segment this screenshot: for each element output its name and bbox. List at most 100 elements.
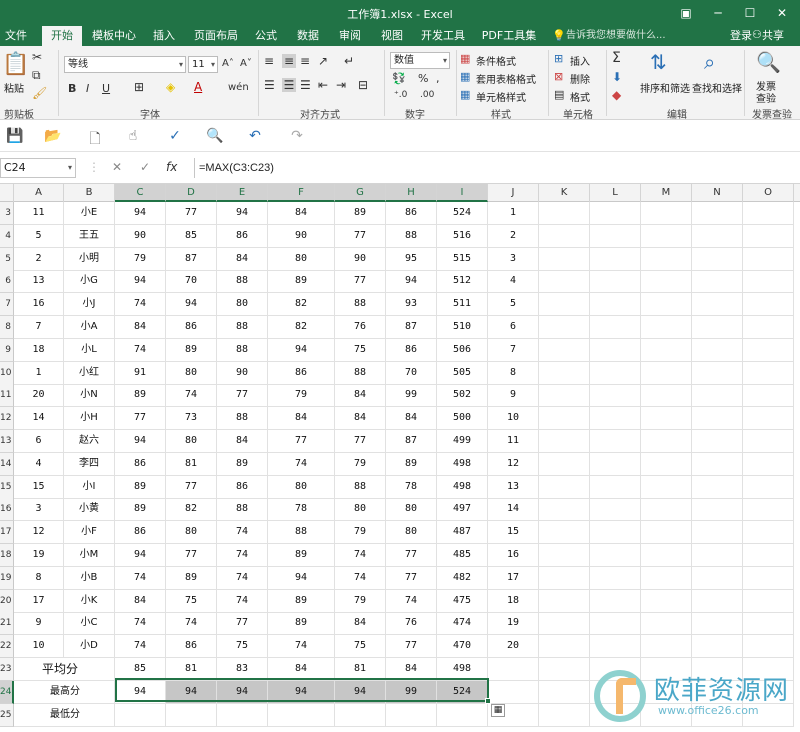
shrink-font-icon[interactable]: A˅	[240, 58, 252, 69]
tell-me-search[interactable]: 告诉我您想要做什么...	[566, 26, 666, 46]
cell-h[interactable]: 86	[386, 202, 437, 225]
cell-o[interactable]	[743, 612, 794, 636]
align-top-icon[interactable]: ≡	[264, 54, 274, 68]
cell-h[interactable]: 99	[386, 384, 437, 408]
indent-icon[interactable]: ⇤	[318, 78, 328, 92]
cell-o[interactable]	[743, 202, 794, 225]
cell-i[interactable]: 499	[437, 430, 488, 453]
cell-m[interactable]	[641, 407, 692, 431]
cell-m[interactable]	[641, 361, 692, 385]
cell-h[interactable]: 87	[386, 316, 437, 339]
row-header[interactable]: 5	[0, 247, 14, 271]
cell-d[interactable]: 77	[166, 475, 217, 499]
cell-styles-button[interactable]: 单元格样式	[476, 89, 526, 104]
cell-d[interactable]: 81	[166, 452, 217, 476]
cell-a[interactable]: 20	[14, 384, 64, 408]
cell-h[interactable]: 70	[386, 361, 437, 385]
column-header-k[interactable]: K	[539, 184, 590, 202]
cell-l[interactable]	[590, 361, 641, 385]
row-header[interactable]: 16	[0, 498, 14, 522]
autosum-icon[interactable]: Σ	[612, 50, 621, 66]
row-header[interactable]: 25	[0, 703, 14, 727]
grow-font-icon[interactable]: A˄	[222, 58, 234, 69]
cell-k[interactable]	[539, 658, 590, 681]
row-header[interactable]: 22	[0, 635, 14, 659]
cell-d[interactable]: 80	[166, 430, 217, 453]
cell-c[interactable]: 94	[115, 680, 166, 704]
cell-c[interactable]: 74	[115, 635, 166, 659]
tab-view[interactable]: 视图	[376, 26, 408, 46]
column-header-f[interactable]: F	[268, 184, 335, 202]
cell-k[interactable]	[539, 430, 590, 453]
align-center-icon[interactable]: ☰	[282, 78, 296, 92]
outdent-icon[interactable]: ⇥	[336, 78, 346, 92]
cell-j[interactable]: 5	[488, 293, 539, 317]
fill-icon[interactable]: ⬇	[612, 70, 622, 84]
cell-l[interactable]	[590, 498, 641, 522]
cell-g[interactable]: 79	[335, 589, 386, 613]
column-header-d[interactable]: D	[166, 184, 217, 202]
cell-k[interactable]	[539, 316, 590, 339]
cell-l[interactable]	[590, 316, 641, 339]
italic-icon[interactable]: I	[86, 82, 89, 95]
cell-c[interactable]: 94	[115, 270, 166, 294]
cell-f[interactable]: 84	[268, 407, 335, 431]
number-format-select[interactable]: 数值 ▾	[390, 52, 450, 69]
cell-e[interactable]: 74	[217, 566, 268, 590]
cell-f[interactable]: 86	[268, 361, 335, 385]
cell-o[interactable]	[743, 635, 794, 659]
cell-n[interactable]	[692, 544, 743, 567]
cell-m[interactable]	[641, 430, 692, 453]
cell-d[interactable]: 89	[166, 338, 217, 362]
cell-f[interactable]: 74	[268, 452, 335, 476]
cell-l[interactable]	[590, 293, 641, 317]
insert-function-icon[interactable]: fx	[166, 160, 177, 174]
cell-k[interactable]	[539, 202, 590, 225]
cell-n[interactable]	[692, 247, 743, 271]
cell-k[interactable]	[539, 498, 590, 522]
increase-decimal-icon[interactable]: ⁺.0	[394, 90, 407, 100]
cell-a[interactable]: 11	[14, 202, 64, 225]
cell-d[interactable]	[166, 703, 217, 727]
cell-k[interactable]	[539, 475, 590, 499]
cell-d[interactable]: 85	[166, 224, 217, 248]
cell-g[interactable]: 89	[335, 202, 386, 225]
format-as-table-button[interactable]: 套用表格格式	[476, 71, 536, 86]
cell-n[interactable]	[692, 384, 743, 408]
tab-pdf-tools[interactable]: PDF工具集	[478, 26, 540, 46]
cell-e[interactable]: 88	[217, 407, 268, 431]
cell-i[interactable]: 512	[437, 270, 488, 294]
row-header[interactable]: 9	[0, 338, 14, 362]
cell-b[interactable]: 小C	[64, 612, 115, 636]
column-header-g[interactable]: G	[335, 184, 386, 202]
cell-j[interactable]: 9	[488, 384, 539, 408]
cut-icon[interactable]: ✂	[32, 50, 42, 64]
delete-cells-button[interactable]: 删除	[570, 71, 590, 86]
cell-h[interactable]: 76	[386, 612, 437, 636]
cell-d[interactable]: 80	[166, 361, 217, 385]
cell-o[interactable]	[743, 384, 794, 408]
cell-j[interactable]: 6	[488, 316, 539, 339]
cell-f[interactable]: 82	[268, 293, 335, 317]
column-header-m[interactable]: M	[641, 184, 692, 202]
cell-i[interactable]: 498	[437, 658, 488, 681]
cell-g[interactable]: 90	[335, 247, 386, 271]
cell-l[interactable]	[590, 589, 641, 613]
cell-e[interactable]: 84	[217, 430, 268, 453]
underline-icon[interactable]: U	[102, 82, 110, 95]
cell-b[interactable]: 小M	[64, 544, 115, 567]
cell-c[interactable]: 74	[115, 338, 166, 362]
row-header[interactable]: 4	[0, 224, 14, 248]
cell-d[interactable]: 89	[166, 566, 217, 590]
cell-m[interactable]	[641, 589, 692, 613]
cell-o[interactable]	[743, 452, 794, 476]
cell-b[interactable]: 小黄	[64, 498, 115, 522]
cell-f[interactable]: 94	[268, 338, 335, 362]
cell-j[interactable]: 7	[488, 338, 539, 362]
cell-f[interactable]: 84	[268, 202, 335, 225]
cell-a[interactable]: 2	[14, 247, 64, 271]
cell-h[interactable]: 99	[386, 680, 437, 704]
cell-h[interactable]: 77	[386, 544, 437, 567]
column-header-h[interactable]: H	[386, 184, 437, 202]
cell-a[interactable]: 14	[14, 407, 64, 431]
